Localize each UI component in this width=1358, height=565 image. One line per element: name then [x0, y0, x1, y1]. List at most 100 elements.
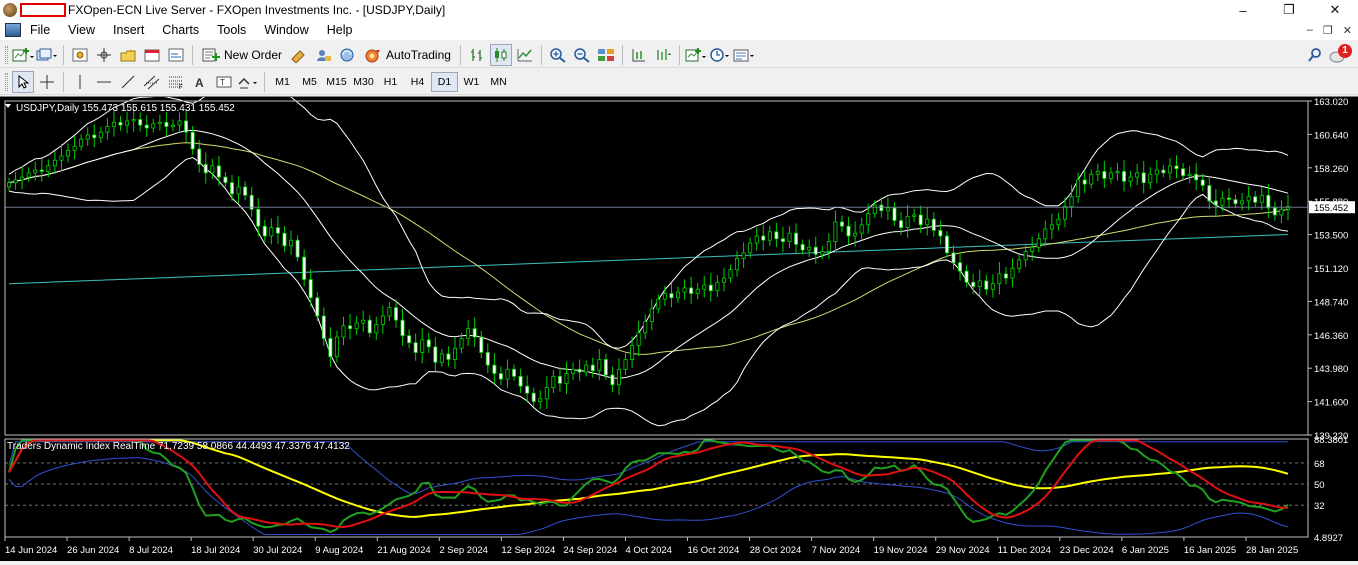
toolbar-separator [264, 71, 265, 92]
candle-body [839, 221, 844, 227]
indicators-button[interactable] [685, 44, 707, 66]
date-axis-label: 9 Aug 2024 [315, 545, 363, 556]
timeframe-w1[interactable]: W1 [458, 72, 485, 92]
arrows-button[interactable] [237, 71, 259, 93]
zoom-in-icon [550, 47, 566, 63]
data-window-button[interactable] [93, 44, 115, 66]
profiles-button[interactable] [36, 44, 58, 66]
autotrading-button[interactable]: AutoTrading [360, 44, 455, 66]
strategy-tester-button[interactable] [165, 44, 187, 66]
zoom-out-button[interactable] [571, 44, 593, 66]
toolbar-grip[interactable] [5, 45, 8, 64]
timeframe-mn[interactable]: MN [485, 72, 512, 92]
market-button[interactable] [336, 44, 358, 66]
candle-body [216, 165, 221, 178]
candle-body [157, 121, 162, 125]
text-label-button[interactable]: T [213, 71, 235, 93]
candle-body [1076, 179, 1081, 198]
date-axis-label: 12 Sep 2024 [501, 545, 555, 556]
candle-body [1141, 172, 1146, 184]
timeframe-m30[interactable]: M30 [350, 72, 377, 92]
notifications-button[interactable]: 1 [1328, 43, 1352, 66]
maximize-button[interactable]: ❐ [1266, 0, 1312, 20]
tile-windows-icon [597, 48, 614, 61]
mdi-close-button[interactable]: ✕ [1343, 24, 1352, 37]
menu-help[interactable]: Help [318, 20, 362, 40]
minimize-button[interactable]: – [1220, 0, 1266, 20]
fibonacci-button[interactable]: F [165, 71, 187, 93]
candle-body [1154, 169, 1159, 175]
candle-body [859, 224, 864, 234]
timeframe-h4[interactable]: H4 [404, 72, 431, 92]
price-chart[interactable]: 163.020160.640158.260155.880153.500151.1… [0, 81, 1358, 562]
equidistant-channel-button[interactable] [141, 71, 163, 93]
new-chart-button[interactable] [12, 44, 34, 66]
candle-body [223, 176, 228, 184]
new-order-button[interactable]: New Order [198, 44, 286, 66]
text-button[interactable]: A [189, 71, 211, 93]
toolbar-separator [540, 44, 542, 65]
candle-body [308, 279, 313, 299]
toolbar-separator [621, 44, 623, 65]
crosshair-icon [40, 74, 54, 89]
candle-body [925, 218, 930, 226]
price-axis-label: 151.120 [1314, 264, 1348, 275]
candle-body [1266, 194, 1271, 209]
menu-tools[interactable]: Tools [208, 20, 255, 40]
metaeditor-button[interactable] [288, 44, 310, 66]
candle-body [630, 345, 635, 360]
timeframe-h1[interactable]: H1 [377, 72, 404, 92]
candlestick-chart-button[interactable] [489, 43, 512, 66]
crosshair-button[interactable] [36, 71, 58, 93]
candle-body [728, 269, 733, 279]
templates-button[interactable] [733, 44, 755, 66]
chart-menu-arrow-icon[interactable] [5, 104, 11, 108]
menu-file[interactable]: File [21, 20, 59, 40]
horizontal-line-button[interactable] [93, 71, 115, 93]
mdi-restore-button[interactable]: ❐ [1323, 24, 1333, 37]
menu-charts[interactable]: Charts [153, 20, 208, 40]
candle-body [354, 322, 359, 330]
chart-window[interactable]: 163.020160.640158.260155.880153.500151.1… [0, 81, 1358, 562]
chart-shift-button[interactable] [628, 44, 650, 66]
timeframe-m5[interactable]: M5 [296, 72, 323, 92]
candle-body [72, 145, 77, 151]
candle-body [1082, 179, 1087, 185]
tile-windows-button[interactable] [595, 44, 617, 66]
candle-body [453, 347, 458, 360]
search-button[interactable] [1304, 44, 1326, 66]
menu-window[interactable]: Window [255, 20, 317, 40]
timeframe-d1[interactable]: D1 [431, 71, 458, 92]
price-axis-label: 143.980 [1314, 364, 1348, 375]
redacted-account [20, 3, 66, 17]
market-watch-button[interactable] [69, 44, 91, 66]
close-button[interactable]: ✕ [1312, 0, 1358, 20]
candle-body [512, 368, 517, 377]
vertical-line-button[interactable] [69, 71, 91, 93]
timeframe-m1[interactable]: M1 [269, 72, 296, 92]
chart-window-icon[interactable] [5, 23, 21, 37]
timeframe-m15[interactable]: M15 [323, 72, 350, 92]
bollinger-lower-line [8, 156, 1289, 427]
candle-body [1135, 172, 1140, 178]
menu-view[interactable]: View [59, 20, 104, 40]
mdi-minimize-button[interactable]: – [1307, 24, 1313, 36]
navigator-button[interactable] [117, 44, 139, 66]
cursor-button[interactable] [12, 70, 34, 93]
line-chart-button[interactable] [514, 44, 536, 66]
indicator-axis-label: 4.8927 [1314, 533, 1343, 544]
line-studies-toolbar: F A T M1 M5 M15 M30 H1 H4 D1 W1 MN [0, 69, 1358, 95]
menu-insert[interactable]: Insert [104, 20, 153, 40]
candle-body [531, 392, 536, 403]
bar-chart-button[interactable] [466, 44, 488, 66]
zoom-in-button[interactable] [547, 44, 569, 66]
autoscroll-button[interactable] [652, 44, 674, 66]
candle-body [243, 186, 248, 196]
periods-button[interactable] [709, 44, 731, 66]
trendline-button[interactable] [117, 71, 139, 93]
signals-button[interactable] [312, 44, 334, 66]
candle-body [761, 235, 766, 241]
date-axis-label: 11 Dec 2024 [998, 545, 1051, 556]
terminal-button[interactable] [141, 44, 163, 66]
toolbar-grip[interactable] [5, 72, 8, 91]
